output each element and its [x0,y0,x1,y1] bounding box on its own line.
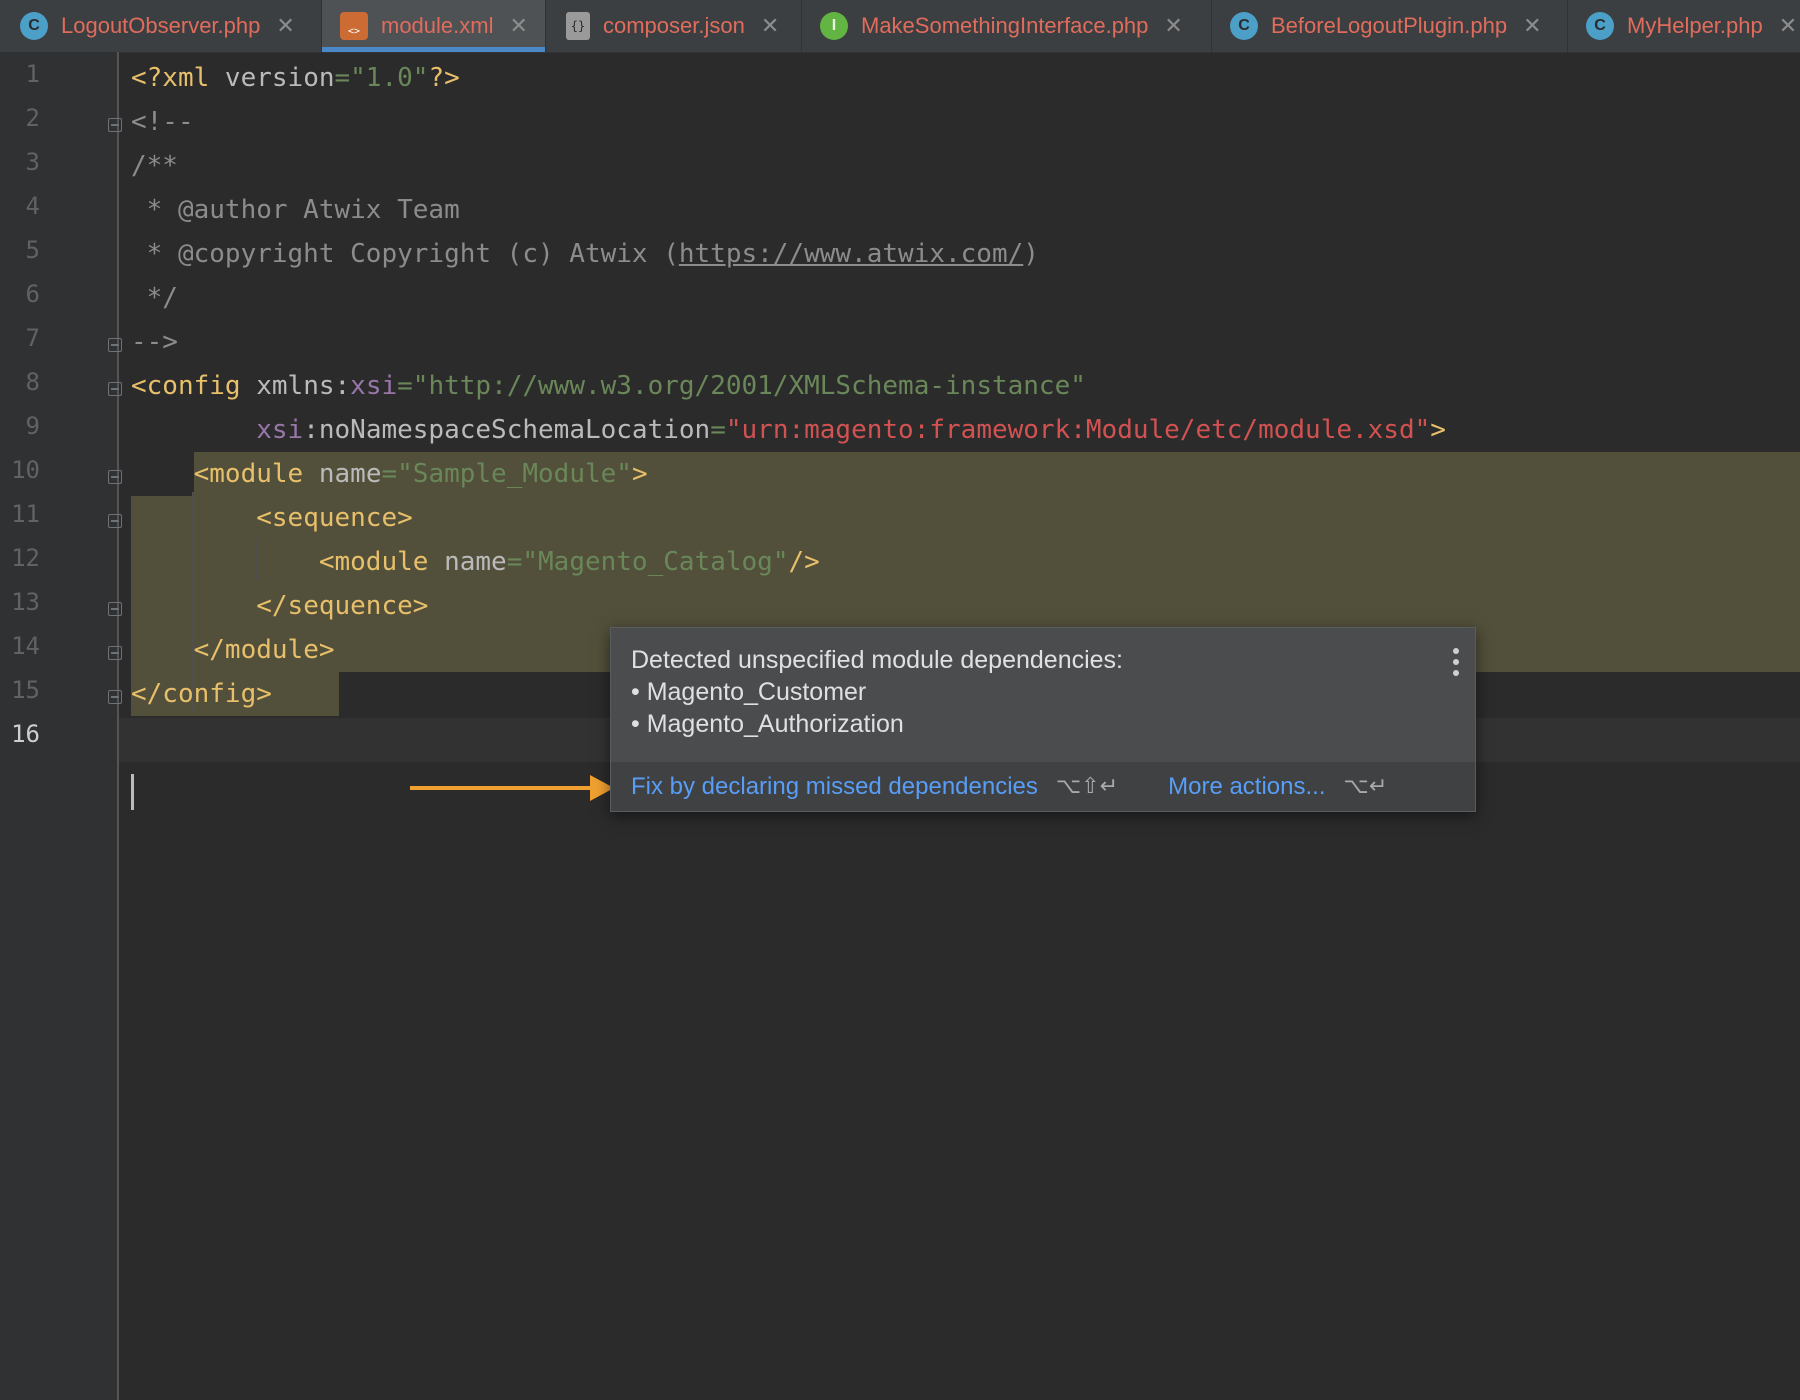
code-line-3: /** [131,151,178,181]
interface-icon: I [820,12,848,40]
tab-label: module.xml [381,13,494,38]
close-icon[interactable]: ✕ [761,13,779,39]
line-number: 10 [11,456,40,484]
line-number: 8 [25,368,40,396]
code-line-8: <config xmlns:xsi="http://www.w3.org/200… [131,371,1086,401]
popup-footer: Fix by declaring missed dependencies ⌥⇧↵… [611,762,1475,811]
line-number: 9 [25,412,40,440]
code-line-6: */ [131,283,178,313]
dependency-item: • Magento_Authorization [631,710,904,738]
close-icon[interactable]: ✕ [1779,13,1797,39]
tab-label: composer.json [603,13,745,38]
close-icon[interactable]: ✕ [509,13,527,39]
code-line-15: </config> [131,679,272,709]
tab-composer-json[interactable]: {} composer.json ✕ [546,0,802,52]
tab-label: MyHelper.php [1627,13,1763,38]
more-actions-link[interactable]: More actions... [1168,773,1325,801]
tab-label: LogoutObserver.php [61,13,261,38]
line-number: 5 [25,236,40,264]
line-number: 7 [25,324,40,352]
fix-dependencies-link[interactable]: Fix by declaring missed dependencies [631,773,1038,801]
code-line-7: --> [131,327,178,357]
code-line-10: <module name="Sample_Module"> [193,459,648,489]
close-icon[interactable]: ✕ [1523,13,1541,39]
line-number: 4 [25,192,40,220]
tab-label: MakeSomethingInterface.php [861,13,1149,38]
line-number: 14 [11,632,40,660]
xml-file-icon: <> [340,12,368,40]
line-number-gutter[interactable]: 1 2 3 4 5 6 7 8 9 10 11 12 13 14 15 16 [0,52,119,1400]
code-line-1: <?xml version="1.0"?> [131,63,460,93]
tab-label: BeforeLogoutPlugin.php [1271,13,1508,38]
json-file-icon: {} [566,12,590,40]
line-number: 13 [11,588,40,616]
tab-module-xml[interactable]: <> module.xml ✕ [322,0,546,52]
annotation-arrow-shaft [410,786,592,790]
code-line-2: <!-- [131,107,194,137]
tab-my-helper[interactable]: C MyHelper.php ✕ [1568,0,1800,52]
code-line-13: </sequence> [256,591,429,621]
popup-title: Detected unspecified module dependencies… [631,646,1124,674]
copyright-link[interactable]: https://www.atwix.com/ [679,239,1023,269]
line-number: 1 [25,60,40,88]
line-number-current: 16 [11,720,40,748]
line-number: 3 [25,148,40,176]
tab-before-logout-plugin[interactable]: C BeforeLogoutPlugin.php ✕ [1212,0,1568,52]
line-number: 6 [25,280,40,308]
code-line-14: </module> [193,635,335,665]
editor-tab-bar: C LogoutObserver.php ✕ <> module.xml ✕ {… [0,0,1800,53]
close-icon[interactable]: ✕ [1164,13,1182,39]
code-line-11: <sequence> [256,503,413,533]
code-line-12: <module name="Magento_Catalog"/> [318,547,820,577]
code-line-5: * @copyright Copyright (c) Atwix (https:… [131,239,1039,269]
line-number: 12 [11,544,40,572]
line-number: 15 [11,676,40,704]
line-number: 2 [25,104,40,132]
more-options-icon[interactable] [1453,648,1459,676]
class-icon: C [20,12,48,40]
inspection-popup: Detected unspecified module dependencies… [610,627,1476,812]
line-number: 11 [11,500,40,528]
tab-make-something-interface[interactable]: I MakeSomethingInterface.php ✕ [802,0,1212,52]
code-line-9: xsi:noNamespaceSchemaLocation="urn:magen… [256,415,1446,445]
tab-logout-observer[interactable]: C LogoutObserver.php ✕ [0,0,322,52]
code-line-4: * @author Atwix Team [131,195,460,225]
close-icon[interactable]: ✕ [276,13,294,39]
more-actions-shortcut-hint: ⌥↵ [1343,774,1388,799]
popup-message: Detected unspecified module dependencies… [631,644,1123,740]
dependency-item: • Magento_Customer [631,678,867,706]
class-icon: C [1230,12,1258,40]
class-icon: C [1586,12,1614,40]
text-cursor [131,774,134,810]
fix-shortcut-hint: ⌥⇧↵ [1055,774,1119,799]
